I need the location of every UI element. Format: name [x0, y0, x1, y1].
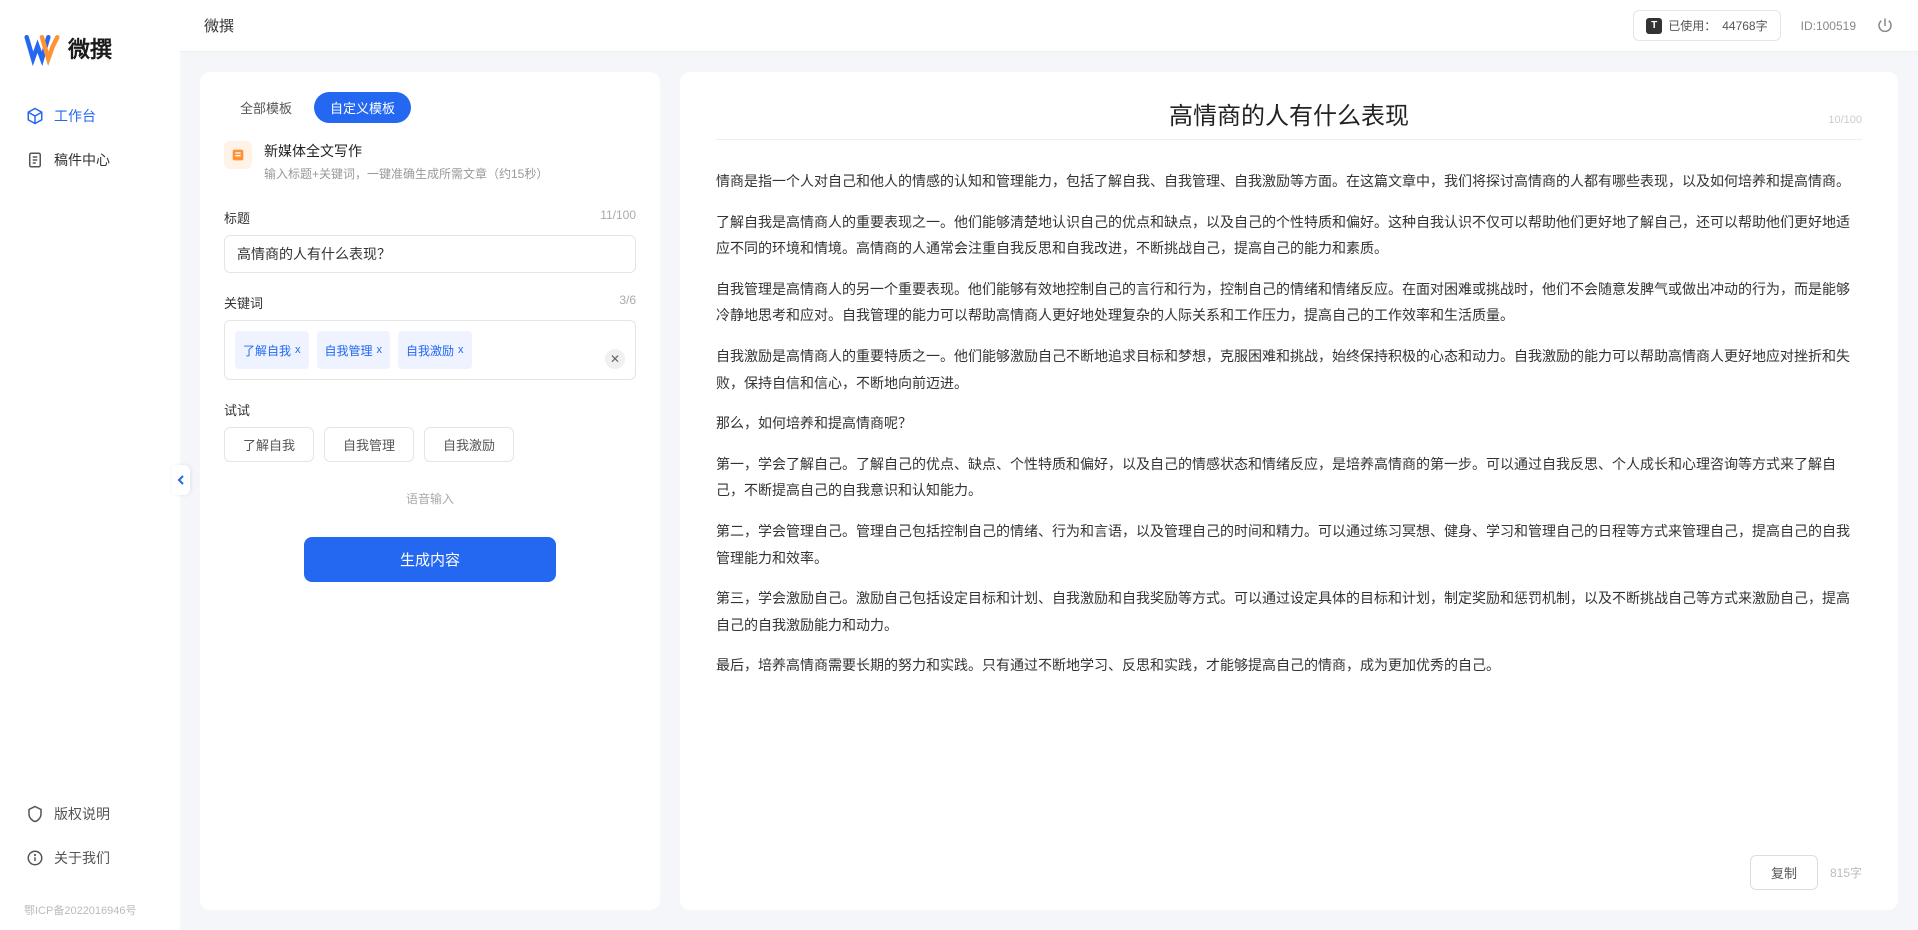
- usage-label: 已使用：: [1668, 17, 1716, 34]
- tab-custom-template[interactable]: 自定义模板: [314, 92, 411, 123]
- cube-icon: [26, 107, 44, 125]
- paragraph: 第二，学会管理自己。管理自己包括控制自己的情绪、行为和言语，以及管理自己的时间和…: [716, 518, 1862, 571]
- tag-remove-icon[interactable]: x: [295, 344, 301, 356]
- title-label: 标题: [224, 208, 250, 227]
- keyword-tag: 自我激励 x: [398, 331, 472, 369]
- suggest-btn[interactable]: 了解自我: [224, 427, 314, 462]
- tag-remove-icon[interactable]: x: [458, 344, 464, 356]
- sidebar-collapse-handle[interactable]: [172, 465, 190, 495]
- page-title: 微撰: [204, 15, 234, 36]
- clear-tags-icon[interactable]: ✕: [605, 349, 625, 369]
- keyword-tag: 了解自我 x: [235, 331, 309, 369]
- sidebar: 微撰 工作台 稿件中心 版权说明: [0, 0, 180, 930]
- nav-label: 工作台: [54, 106, 96, 126]
- title-count: 11/100: [600, 208, 636, 227]
- generate-button[interactable]: 生成内容: [304, 537, 556, 582]
- content: 全部模板 自定义模板 新媒体全文写作 输入标题+关键词，一键准确生成所需文章（约…: [180, 52, 1918, 930]
- keyword-tag: 自我管理 x: [317, 331, 391, 369]
- suggest-btn[interactable]: 自我管理: [324, 427, 414, 462]
- brand-name: 微撰: [68, 32, 112, 64]
- nav-copyright[interactable]: 版权说明: [12, 794, 168, 834]
- copy-button[interactable]: 复制: [1750, 855, 1818, 890]
- paragraph: 第一，学会了解自己。了解自己的优点、缺点、个性特质和偏好，以及自己的情感状态和情…: [716, 451, 1862, 504]
- user-id: ID:100519: [1801, 19, 1856, 33]
- template-desc: 输入标题+关键词，一键准确生成所需文章（约15秒）: [264, 165, 548, 182]
- shield-icon: [26, 805, 44, 823]
- nav-workspace[interactable]: 工作台: [12, 96, 168, 136]
- template-icon: [224, 141, 252, 169]
- keyword-count: 3/6: [619, 293, 636, 312]
- info-icon: [26, 849, 44, 867]
- tag-remove-icon[interactable]: x: [377, 344, 383, 356]
- usage-pill[interactable]: T 已使用： 44768字: [1633, 10, 1780, 41]
- title-input[interactable]: [224, 235, 636, 273]
- voice-input-hint[interactable]: 语音输入: [224, 480, 636, 537]
- nav-label: 关于我们: [54, 848, 110, 868]
- paragraph: 那么，如何培养和提高情商呢？: [716, 410, 1862, 437]
- paragraph: 情商是指一个人对自己和他人的情感的认知和管理能力，包括了解自我、自我管理、自我激…: [716, 168, 1862, 195]
- divider: [716, 139, 1862, 140]
- suggest-btn[interactable]: 自我激励: [424, 427, 514, 462]
- text-icon: T: [1646, 18, 1662, 34]
- tab-all-templates[interactable]: 全部模板: [224, 92, 308, 123]
- sidebar-bottom: 版权说明 关于我们: [0, 782, 180, 894]
- topbar: 微撰 T 已使用： 44768字 ID:100519: [180, 0, 1918, 52]
- icp-text: 鄂ICP备2022016946号: [0, 894, 180, 930]
- template-card: 新媒体全文写作 输入标题+关键词，一键准确生成所需文章（约15秒）: [224, 141, 636, 182]
- main-nav: 工作台 稿件中心: [0, 96, 180, 184]
- article-body[interactable]: 情商是指一个人对自己和他人的情感的认知和管理能力，包括了解自我、自我管理、自我激…: [716, 168, 1862, 693]
- article-title[interactable]: 高情商的人有什么表现: [716, 96, 1862, 131]
- nav-drafts[interactable]: 稿件中心: [12, 140, 168, 180]
- article-title-count: 10/100: [1828, 114, 1862, 126]
- paragraph: 自我激励是高情商人的重要特质之一。他们能够激励自己不断地追求目标和梦想，克服困难…: [716, 343, 1862, 396]
- file-icon: [26, 151, 44, 169]
- paragraph: 最后，培养高情商需要长期的努力和实践。只有通过不断地学习、反思和实践，才能够提高…: [716, 652, 1862, 679]
- paragraph: 了解自我是高情商人的重要表现之一。他们能够清楚地认识自己的优点和缺点，以及自己的…: [716, 209, 1862, 262]
- template-tabs: 全部模板 自定义模板: [224, 92, 636, 123]
- nav-about[interactable]: 关于我们: [12, 838, 168, 878]
- article-char-count: 815字: [1830, 864, 1862, 881]
- output-panel: 高情商的人有什么表现 10/100 情商是指一个人对自己和他人的情感的认知和管理…: [680, 72, 1898, 910]
- template-title: 新媒体全文写作: [264, 141, 548, 161]
- usage-value: 44768字: [1722, 17, 1767, 34]
- main-area: 微撰 T 已使用： 44768字 ID:100519 全部模板 自定义模板: [180, 0, 1918, 930]
- input-panel: 全部模板 自定义模板 新媒体全文写作 输入标题+关键词，一键准确生成所需文章（约…: [200, 72, 660, 910]
- nav-label: 稿件中心: [54, 150, 110, 170]
- try-label: 试试: [224, 400, 250, 419]
- logo-icon: [24, 30, 60, 66]
- power-icon[interactable]: [1876, 17, 1894, 35]
- brand-logo: 微撰: [0, 30, 180, 96]
- keyword-tag-box[interactable]: 了解自我 x 自我管理 x 自我激励 x ✕: [224, 320, 636, 380]
- paragraph: 自我管理是高情商人的另一个重要表现。他们能够有效地控制自己的言行和行为，控制自己…: [716, 276, 1862, 329]
- nav-label: 版权说明: [54, 804, 110, 824]
- keyword-label: 关键词: [224, 293, 263, 312]
- paragraph: 第三，学会激励自己。激励自己包括设定目标和计划、自我激励和自我奖励等方式。可以通…: [716, 585, 1862, 638]
